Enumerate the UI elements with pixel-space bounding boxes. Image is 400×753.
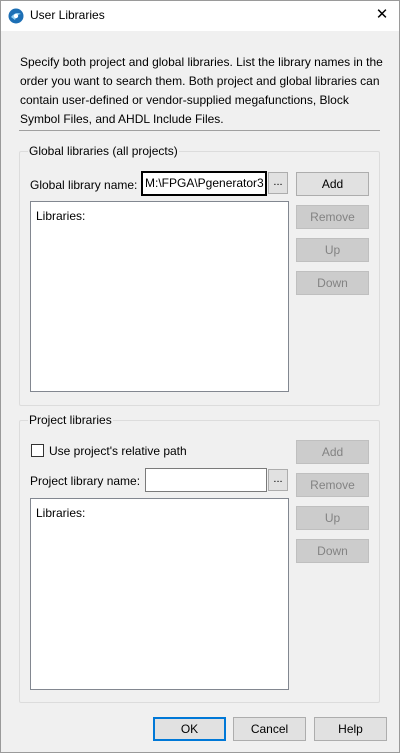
global-library-name-input[interactable]: M:\FPGA\Pgenerator3 [141, 171, 267, 196]
title-bar: User Libraries ✕ [1, 1, 399, 31]
global-down-button[interactable]: Down [296, 271, 369, 295]
relative-path-label: Use project's relative path [49, 444, 187, 458]
global-up-button[interactable]: Up [296, 238, 369, 262]
ok-button[interactable]: OK [153, 717, 226, 741]
close-icon: ✕ [375, 6, 389, 23]
close-button[interactable]: ✕ [365, 1, 399, 31]
user-libraries-dialog: User Libraries ✕ Specify both project an… [0, 0, 400, 753]
help-button[interactable]: Help [314, 717, 387, 741]
project-browse-button[interactable]: ... [268, 469, 288, 491]
window-title: User Libraries [30, 8, 105, 22]
global-library-name-label: Global library name: [30, 178, 138, 192]
project-up-button[interactable]: Up [296, 506, 369, 530]
project-libraries-list-header: Libraries: [36, 506, 86, 520]
project-library-name-label: Project library name: [30, 474, 141, 488]
global-browse-button[interactable]: ... [268, 172, 288, 194]
project-down-button[interactable]: Down [296, 539, 369, 563]
project-libraries-list[interactable]: Libraries: [30, 498, 289, 690]
global-libraries-list-header: Libraries: [36, 209, 86, 223]
global-libraries-list[interactable]: Libraries: [30, 201, 289, 392]
cancel-button[interactable]: Cancel [233, 717, 306, 741]
global-add-button[interactable]: Add [296, 172, 369, 196]
project-library-name-input[interactable] [145, 468, 267, 492]
app-icon [8, 8, 24, 24]
separator [19, 130, 380, 131]
project-libraries-title: Project libraries [28, 413, 113, 427]
description-text: Specify both project and global librarie… [20, 55, 383, 126]
project-add-button[interactable]: Add [296, 440, 369, 464]
global-remove-button[interactable]: Remove [296, 205, 369, 229]
project-remove-button[interactable]: Remove [296, 473, 369, 497]
relative-path-checkbox[interactable] [31, 444, 44, 457]
global-libraries-title: Global libraries (all projects) [28, 144, 179, 158]
